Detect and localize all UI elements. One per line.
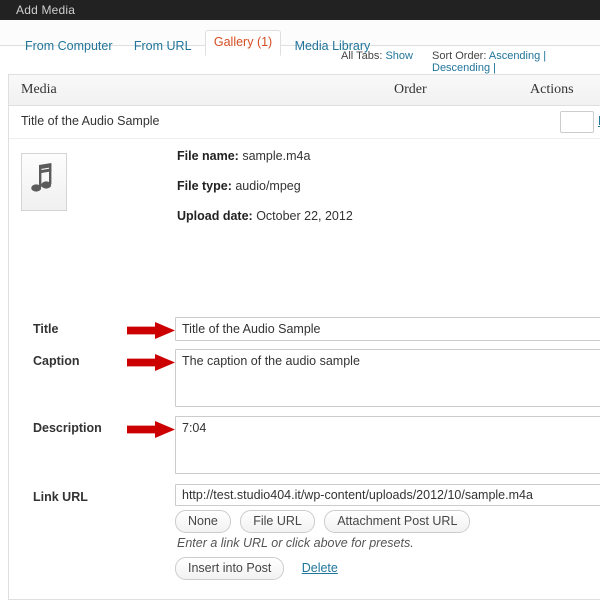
- arrow-annotation-description-icon: [127, 421, 175, 438]
- file-type-line: File type: audio/mpeg: [177, 179, 353, 193]
- media-tabs: From Computer From URL Gallery (1) Media…: [0, 20, 600, 56]
- link-url-field-label: Link URL: [33, 490, 88, 504]
- caption-field-label: Caption: [33, 354, 80, 368]
- delete-link[interactable]: Delete: [302, 561, 338, 575]
- preset-attachment-post-url-button[interactable]: Attachment Post URL: [324, 510, 471, 533]
- caption-textarea[interactable]: [175, 349, 600, 407]
- window-title-bar: Add Media: [0, 0, 600, 20]
- title-field-label: Title: [33, 322, 59, 336]
- column-header-media: Media: [21, 82, 57, 97]
- preset-file-url-button[interactable]: File URL: [240, 510, 315, 533]
- all-tabs-label: All Tabs:: [341, 50, 383, 62]
- table-row[interactable]: Title of the Audio Sample Hide: [9, 106, 600, 139]
- table-header-row: Media Order Actions: [9, 75, 600, 106]
- insert-into-post-button[interactable]: Insert into Post: [175, 557, 285, 580]
- column-header-actions: Actions: [530, 82, 574, 97]
- form-actions: Insert into Post Delete: [175, 557, 338, 580]
- description-field-label: Description: [33, 421, 102, 435]
- sort-separator-1: |: [543, 50, 547, 62]
- preset-none-button[interactable]: None: [175, 510, 231, 533]
- arrow-annotation-title-icon: [127, 322, 175, 339]
- title-input[interactable]: [175, 317, 600, 341]
- upload-date-label: Upload date:: [177, 209, 253, 223]
- file-name-line: File name: sample.m4a: [177, 149, 353, 163]
- file-name-value: sample.m4a: [242, 149, 311, 163]
- link-url-input[interactable]: [175, 484, 600, 506]
- sort-order-label: Sort Order:: [432, 50, 487, 62]
- file-type-label: File type:: [177, 179, 232, 193]
- media-items-table: Media Order Actions Title of the Audio S…: [8, 74, 600, 600]
- sort-separator-2: |: [493, 62, 497, 74]
- column-header-order: Order: [394, 82, 427, 97]
- file-type-value: audio/mpeg: [235, 179, 301, 193]
- sort-descending-link[interactable]: Descending: [432, 62, 490, 74]
- link-preset-buttons: None File URL Attachment Post URL: [175, 510, 476, 533]
- description-textarea[interactable]: [175, 416, 600, 474]
- file-name-label: File name:: [177, 149, 239, 163]
- all-tabs-control: All Tabs: Show: [341, 50, 413, 62]
- upload-date-line: Upload date: October 22, 2012: [177, 209, 353, 223]
- link-url-hint: Enter a link URL or click above for pres…: [177, 536, 414, 550]
- window-title: Add Media: [16, 3, 76, 17]
- sort-ascending-link[interactable]: Ascending: [489, 50, 540, 62]
- sort-order-control: Sort Order: Ascending | Descending |: [432, 50, 600, 74]
- attachment-details-panel: File name: sample.m4a File type: audio/m…: [9, 139, 600, 599]
- gallery-toolbar: All Tabs: Show Sort Order: Ascending | D…: [0, 46, 600, 74]
- upload-date-value: October 22, 2012: [256, 209, 353, 223]
- arrow-annotation-caption-icon: [127, 354, 175, 371]
- file-metadata: File name: sample.m4a File type: audio/m…: [177, 149, 353, 239]
- audio-note-icon: [21, 153, 67, 211]
- all-tabs-show-link[interactable]: Show: [385, 50, 413, 62]
- order-input[interactable]: [560, 111, 594, 133]
- media-item-title: Title of the Audio Sample: [21, 114, 160, 128]
